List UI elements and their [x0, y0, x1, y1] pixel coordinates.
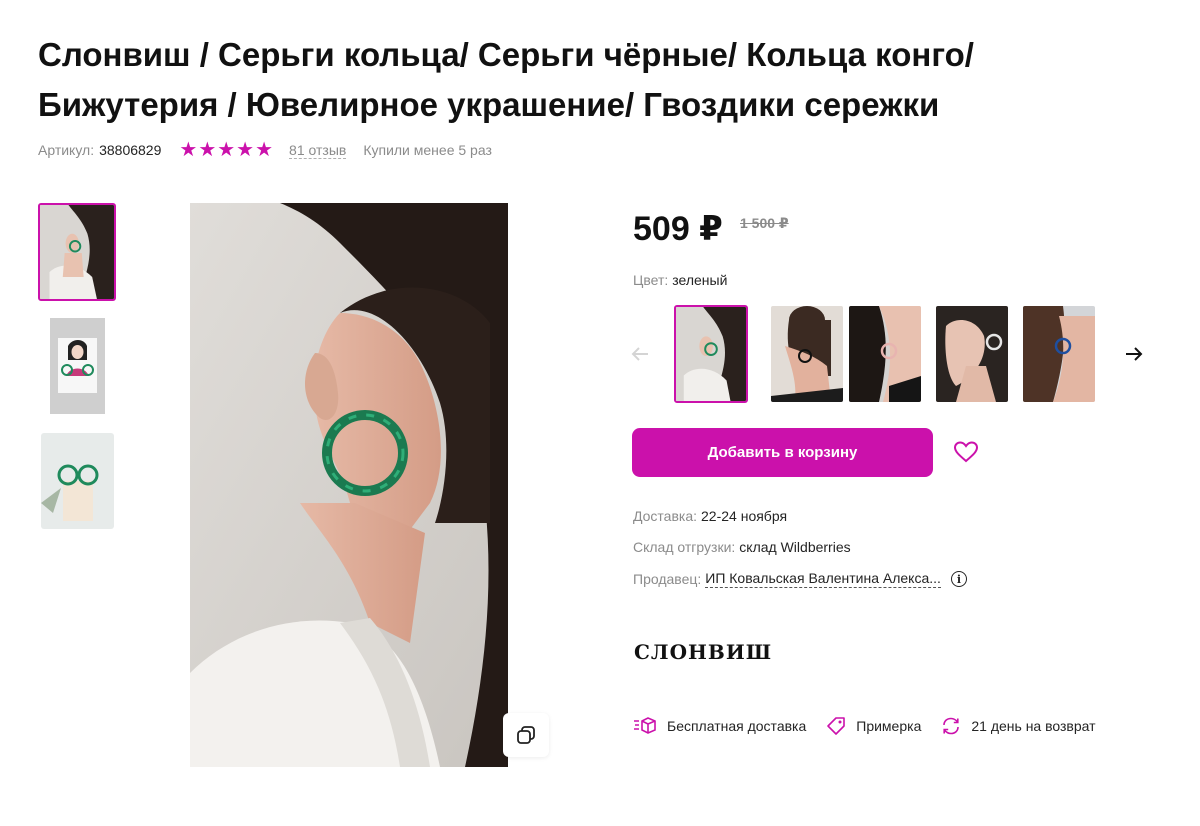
main-product-photo[interactable] [190, 203, 508, 767]
add-to-cart-button[interactable]: Добавить в корзину [632, 428, 933, 477]
product-title: Слонвиш / Серьги кольца/ Серьги чёрные/ … [38, 36, 974, 123]
tag-icon [827, 717, 846, 735]
gallery-thumbnail-3[interactable] [41, 433, 114, 529]
zoom-button[interactable] [503, 713, 549, 757]
copy-icon [517, 726, 535, 744]
color-variant-blue[interactable] [1023, 306, 1095, 402]
color-variant-white[interactable] [936, 306, 1008, 402]
feature-label: Бесплатная доставка [667, 718, 807, 734]
info-icon[interactable]: i [950, 571, 967, 587]
color-variant-black[interactable] [771, 306, 843, 402]
heart-icon[interactable] [950, 436, 982, 468]
feature-label: Примерка [856, 718, 922, 734]
delivery-label: Доставка: [633, 508, 698, 524]
reviews-link[interactable]: 81 отзыв [289, 142, 347, 159]
article-value[interactable]: 38806829 [99, 142, 161, 158]
feature-free-delivery: Бесплатная доставка [633, 716, 806, 736]
color-line: Цвет: зеленый [633, 272, 727, 288]
warehouse-row: Склад отгрузки: склад Wildberries [633, 539, 851, 555]
brand-logo[interactable]: СЛОНВИШ [634, 640, 772, 664]
article-label: Артикул: [38, 142, 95, 158]
variants-prev-arrow-icon[interactable] [628, 340, 652, 368]
bought-count: Купили менее 5 раз [363, 142, 492, 158]
gallery-thumbnail-1[interactable] [38, 203, 116, 301]
color-variant-pink[interactable] [849, 306, 921, 402]
features-bar: Бесплатная доставка Примерка 21 день на … [633, 716, 1116, 736]
refresh-icon [943, 717, 960, 735]
seller-label: Продавец: [633, 571, 702, 587]
color-variant-green[interactable] [674, 305, 748, 403]
feature-label: 21 день на возврат [971, 718, 1096, 734]
rating-stars: ★★★★★ [179, 139, 275, 161]
color-label: Цвет: [633, 272, 669, 288]
current-price: 509 ₽ [633, 210, 723, 248]
feature-return: 21 день на возврат [941, 716, 1096, 736]
seller-link[interactable]: ИП Ковальская Валентина Алекса... [705, 570, 941, 588]
delivery-row: Доставка: 22-24 ноября [633, 508, 787, 524]
seller-row: Продавец: ИП Ковальская Валентина Алекса… [633, 570, 967, 588]
warehouse-value: склад Wildberries [739, 539, 851, 555]
feature-try-on: Примерка [826, 716, 921, 736]
warehouse-label: Склад отгрузки: [633, 539, 736, 555]
delivery-value: 22-24 ноября [701, 508, 788, 524]
gallery-thumbnail-2[interactable] [50, 318, 105, 414]
old-price: 1 500 ₽ [740, 215, 789, 231]
truck-box-icon [634, 717, 656, 734]
product-meta: Артикул: 38806829 ★★★★★ 81 отзыв Купили … [38, 140, 492, 160]
color-value: зеленый [672, 272, 728, 288]
variants-next-arrow-icon[interactable] [1122, 340, 1146, 368]
